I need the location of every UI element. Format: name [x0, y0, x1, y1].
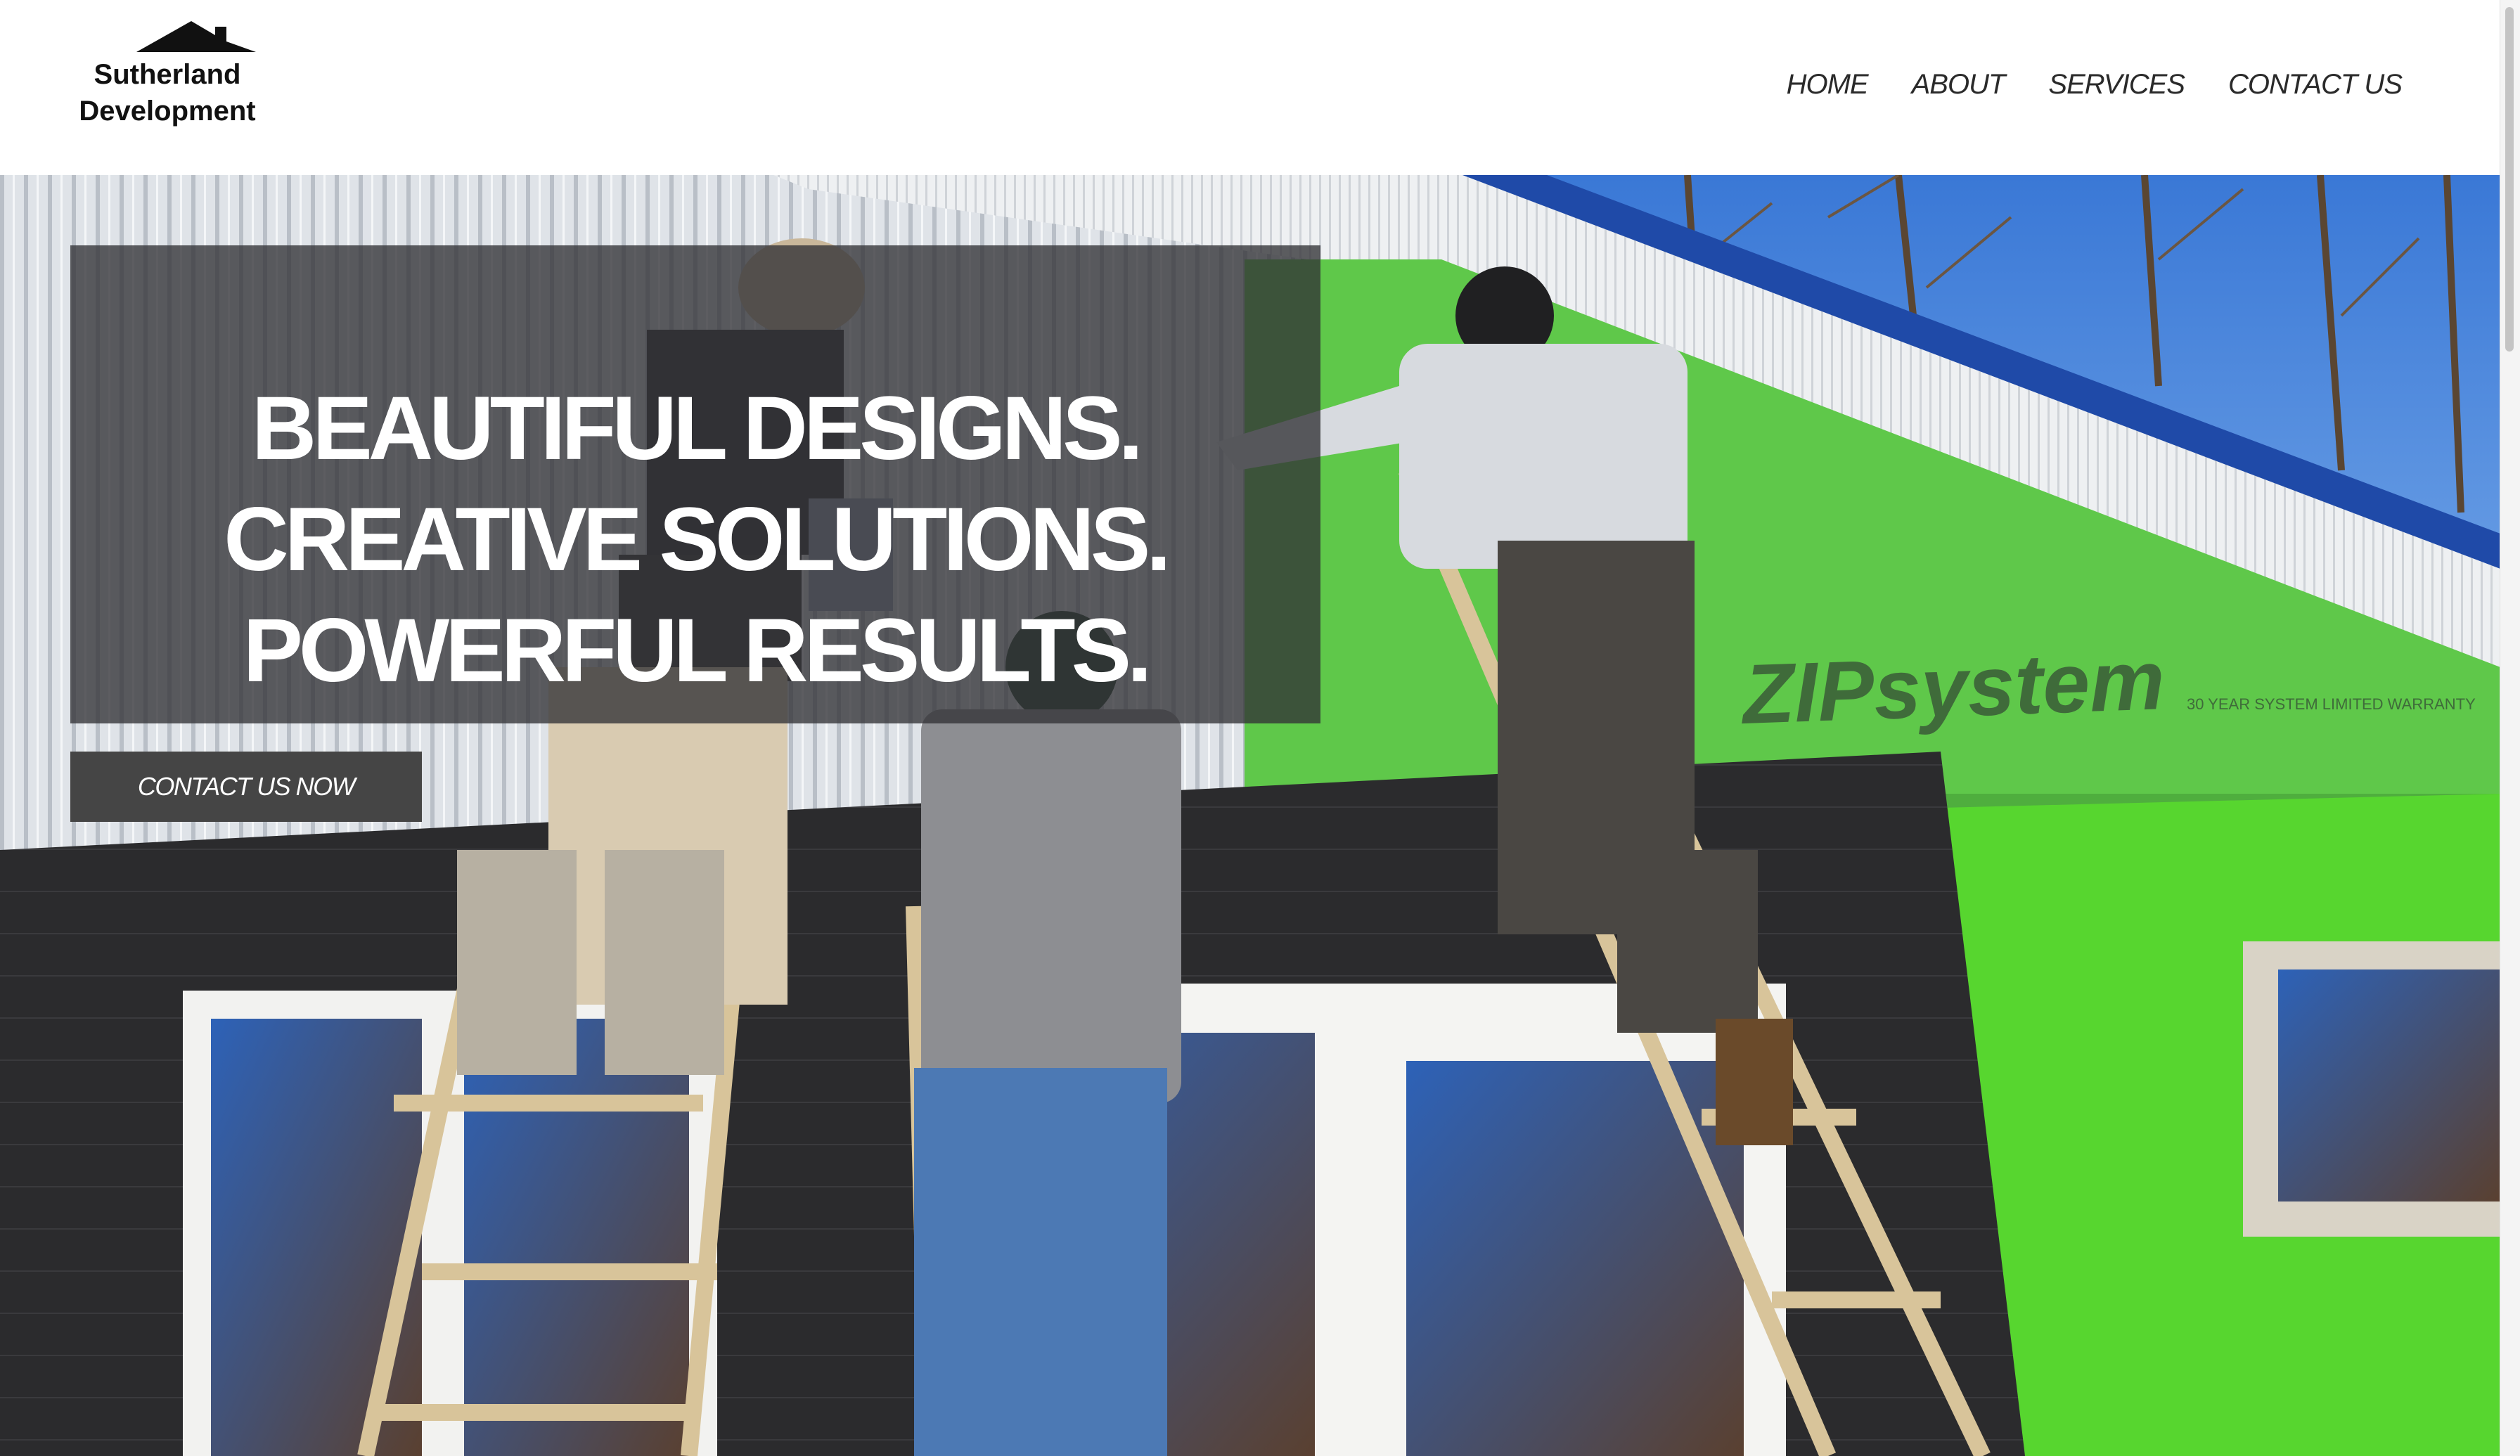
headline-line-3: POWERFUL RESULTS.	[243, 600, 1152, 701]
headline-line-2: CREATIVE SOLUTIONS.	[224, 489, 1171, 590]
contact-us-now-button[interactable]: CONTACT US NOW	[70, 752, 422, 822]
page: Sutherland Development HOME ABOUT SERVIC…	[0, 0, 2520, 1456]
logo-line-1: Sutherland	[94, 59, 241, 90]
site-logo[interactable]: Sutherland Development	[76, 20, 259, 139]
nav-services[interactable]: SERVICES	[2048, 69, 2185, 101]
headline-line-1: BEAUTIFUL DESIGNS.	[251, 378, 1143, 479]
nav-about[interactable]: ABOUT	[1912, 69, 2006, 101]
hero-headline: BEAUTIFUL DESIGNS. CREATIVE SOLUTIONS. P…	[70, 373, 1320, 707]
nav-contact-us[interactable]: CONTACT US	[2228, 69, 2403, 101]
hero-section: ZIPsystem 30 YEAR SYSTEM LIMITED WARRANT…	[0, 175, 2500, 1456]
house-roof-icon	[136, 21, 256, 52]
hero-headline-box: BEAUTIFUL DESIGNS. CREATIVE SOLUTIONS. P…	[70, 245, 1320, 723]
scrollbar-thumb[interactable]	[2505, 7, 2514, 352]
nav-home[interactable]: HOME	[1787, 69, 1869, 101]
logo-text: Sutherland Development	[76, 56, 259, 129]
svg-text:30 YEAR SYSTEM LIMITED WARRANT: 30 YEAR SYSTEM LIMITED WARRANTY	[2187, 695, 2476, 713]
logo-line-2: Development	[79, 96, 256, 127]
svg-text:ZIPsystem: ZIPsystem	[1739, 633, 2166, 742]
site-header: Sutherland Development HOME ABOUT SERVIC…	[0, 0, 2500, 175]
page-scrollbar[interactable]	[2500, 0, 2520, 1456]
main-nav: HOME ABOUT SERVICES CONTACT US	[1787, 65, 2403, 104]
